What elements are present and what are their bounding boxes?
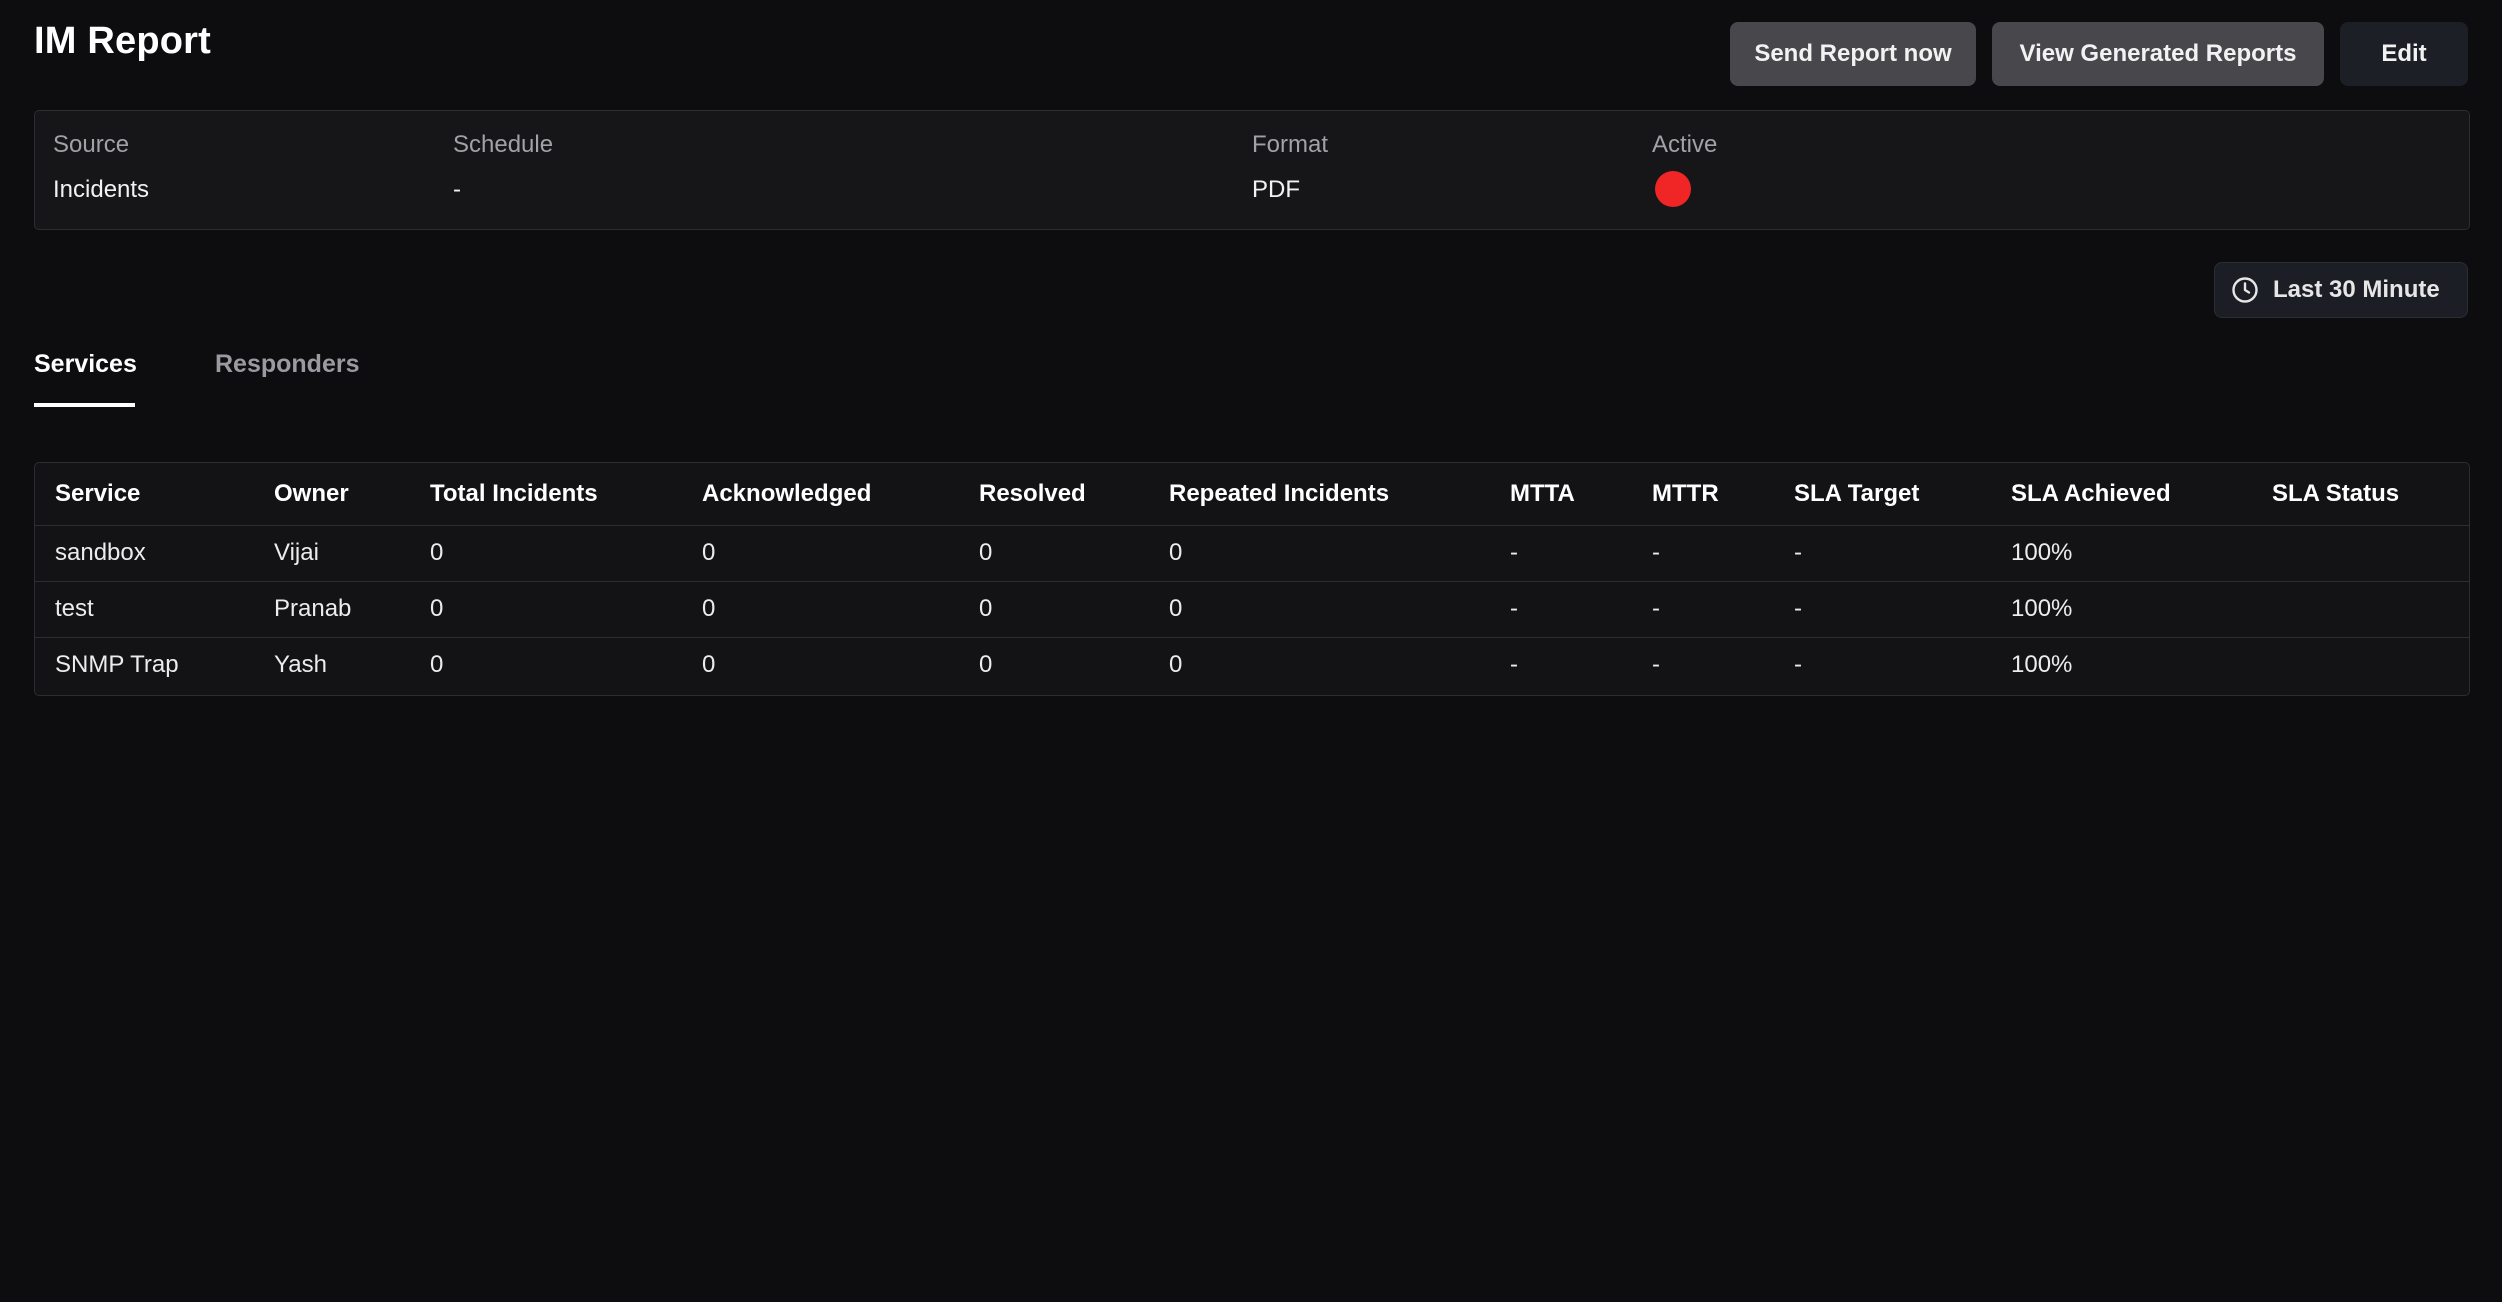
column-header: MTTA: [1490, 463, 1632, 526]
schedule-value: -: [453, 176, 461, 203]
table-cell: 0: [410, 525, 682, 582]
table-cell: 0: [959, 581, 1149, 638]
table-cell: 0: [410, 581, 682, 638]
source-label: Source: [53, 131, 130, 158]
table-cell: -: [1632, 581, 1774, 638]
table-cell: -: [1774, 581, 1991, 638]
table-cell: Yash: [274, 651, 327, 679]
report-summary-panel: Source Incidents Schedule - Format PDF A…: [34, 110, 2470, 230]
column-header: SLA Target: [1774, 463, 1991, 526]
report-page: IM Report Send Report now View Generated…: [0, 0, 2502, 1302]
table-cell: -: [1794, 651, 1802, 679]
table-header-row: Service Owner Total Incidents Acknowledg…: [35, 463, 2469, 526]
column-header: SLA Achieved: [1991, 463, 2252, 526]
column-header: Service: [35, 463, 254, 526]
table-cell: 100%: [1991, 525, 2252, 582]
send-report-now-button[interactable]: Send Report now: [1730, 22, 1976, 86]
page-title: IM Report: [34, 20, 212, 62]
column-header: Resolved: [959, 463, 1149, 526]
format-field: Format PDF: [1252, 131, 1328, 204]
time-range-label: Last 30 Minute: [2273, 276, 2440, 303]
tab-responders[interactable]: Responders: [215, 350, 359, 403]
source-value: Incidents: [53, 176, 150, 203]
table-cell: 0: [702, 651, 716, 679]
table-cell: test: [35, 581, 254, 638]
tab-services[interactable]: Services: [34, 350, 137, 407]
table-cell: -: [1632, 525, 1774, 582]
active-field: Active: [1652, 131, 1717, 207]
table-cell: Pranab: [254, 581, 410, 638]
column-header: Total Incidents: [410, 463, 682, 526]
edit-button[interactable]: Edit: [2340, 22, 2468, 86]
table-cell: 0: [682, 525, 959, 582]
time-range-button[interactable]: Last 30 Minute: [2214, 262, 2468, 318]
table-cell: -: [1490, 581, 1632, 638]
header-actions: Send Report now View Generated Reports E…: [1730, 22, 2468, 86]
active-label: Active: [1652, 131, 1718, 158]
column-header: Repeated Incidents: [1149, 463, 1490, 526]
schedule-label: Schedule: [453, 131, 554, 158]
column-header: MTTR: [1632, 463, 1774, 526]
table-row: sandbox Vijai 0 0 0 0 - - - 100%: [35, 525, 2469, 582]
table-cell: 0: [1169, 651, 1183, 679]
table-cell: 0: [1149, 525, 1490, 582]
table-cell: 0: [1149, 581, 1490, 638]
clock-icon: [2231, 276, 2259, 304]
source-field: Source Incidents: [53, 131, 149, 204]
table-cell: SNMP Trap: [55, 651, 179, 679]
active-status-indicator: [1655, 171, 1691, 207]
table-cell: 0: [682, 581, 959, 638]
column-header: Owner: [254, 463, 410, 526]
table-cell: 100%: [1991, 581, 2252, 638]
services-table: Service Owner Total Incidents Acknowledg…: [34, 462, 2470, 696]
table-cell: 100%: [2011, 651, 2073, 679]
format-label: Format: [1252, 131, 1329, 158]
table-cell: [2252, 525, 2469, 582]
table-cell: Vijai: [254, 525, 410, 582]
column-header: Acknowledged: [682, 463, 959, 526]
table-cell: [2252, 637, 2469, 693]
table-cell: -: [1774, 525, 1991, 582]
table-cell: [2252, 581, 2469, 638]
schedule-field: Schedule -: [453, 131, 553, 204]
table-row: test Pranab 0 0 0 0 - - - 100%: [35, 581, 2469, 638]
table-cell: sandbox: [35, 525, 254, 582]
format-value: PDF: [1252, 176, 1300, 203]
table-cell: 0: [959, 525, 1149, 582]
table-cell: 0: [979, 651, 993, 679]
table-cell: -: [1652, 651, 1660, 679]
table-row: SNMP Trap Yash 0 0 0 0 - - - 100%: [35, 637, 2469, 693]
table-cell: -: [1510, 651, 1518, 679]
column-header: SLA Status: [2252, 463, 2469, 526]
table-cell: -: [1490, 525, 1632, 582]
view-generated-reports-button[interactable]: View Generated Reports: [1992, 22, 2324, 86]
table-cell: 0: [430, 651, 444, 679]
